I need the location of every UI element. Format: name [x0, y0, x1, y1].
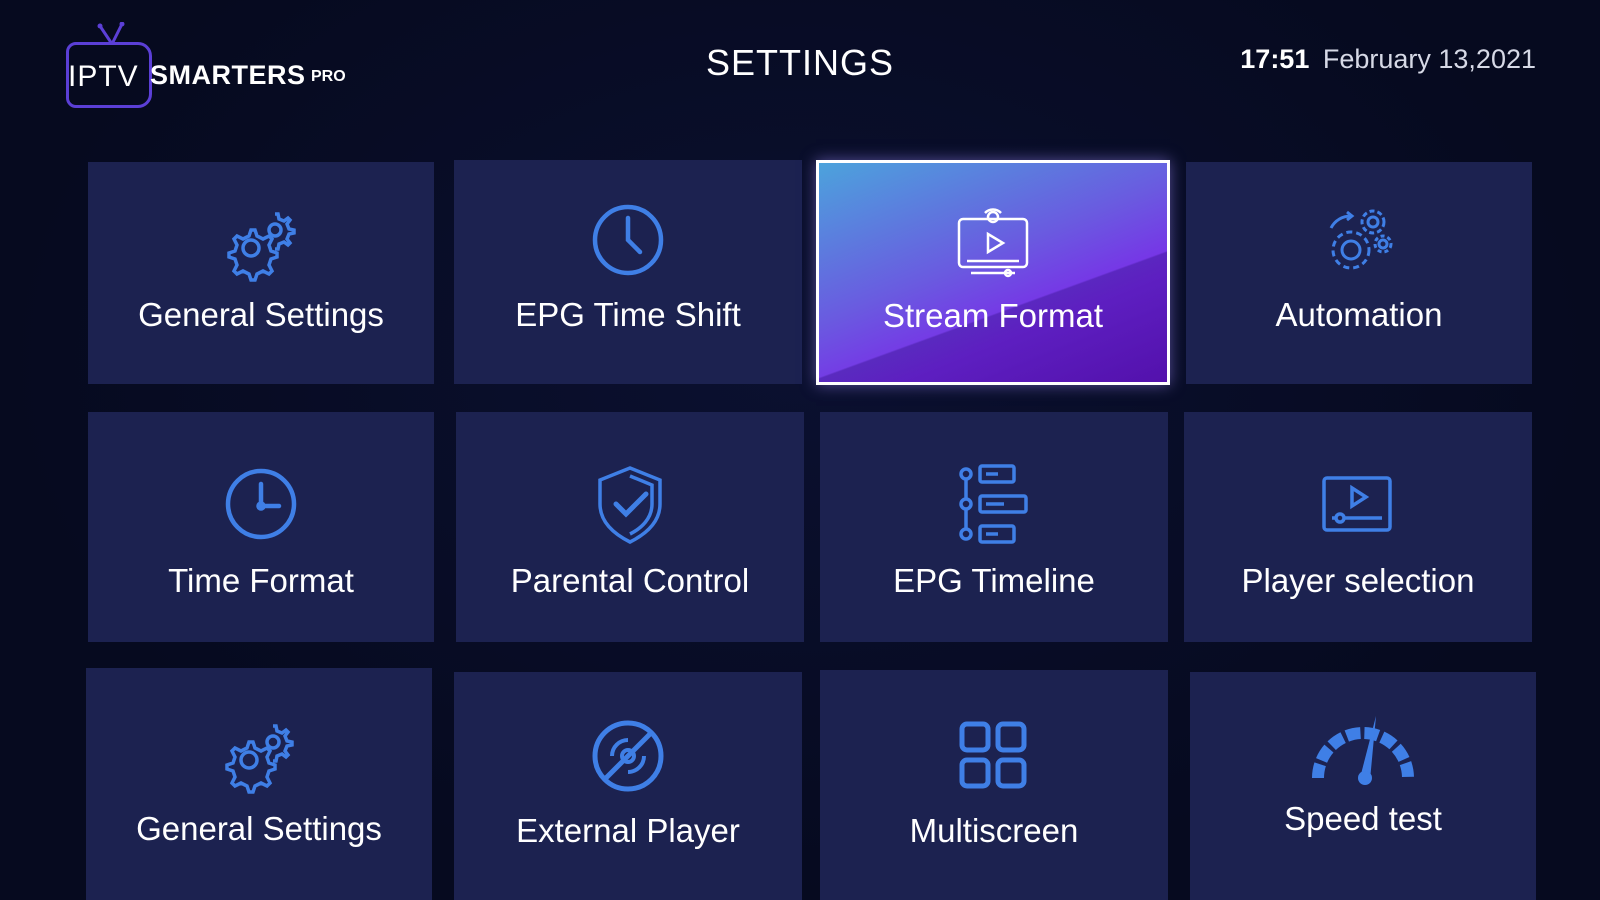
- clock-date: February 13,2021: [1322, 44, 1536, 74]
- timeline-icon: [820, 464, 1168, 544]
- shield-check-icon: [456, 464, 804, 544]
- tile-general-settings[interactable]: General Settings: [88, 162, 434, 384]
- tile-epg-timeline[interactable]: EPG Timeline: [820, 412, 1168, 642]
- monitor-play-icon: [819, 203, 1167, 283]
- tile-multiscreen[interactable]: Multiscreen: [820, 670, 1168, 900]
- tile-label: Stream Format: [882, 297, 1104, 334]
- disc-slash-icon: [454, 716, 802, 796]
- tile-label: Automation: [1275, 296, 1443, 333]
- gears-icon: [88, 202, 434, 282]
- tile-parental-control[interactable]: Parental Control: [456, 412, 804, 642]
- tile-label: General Settings: [138, 296, 384, 333]
- tile-label: External Player: [516, 812, 740, 849]
- tile-label: Parental Control: [510, 562, 750, 599]
- grid-icon: [820, 716, 1168, 796]
- tile-player-selection[interactable]: Player selection: [1184, 412, 1532, 642]
- tile-general-settings-2[interactable]: General Settings: [86, 668, 432, 900]
- tile-external-player[interactable]: External Player: [454, 672, 802, 900]
- date-time: 17:51 February 13,2021: [1240, 44, 1536, 75]
- tile-label: General Settings: [136, 810, 382, 847]
- clock-time: 17:51: [1240, 44, 1310, 74]
- tile-label: Multiscreen: [909, 812, 1079, 849]
- tile-speed-test[interactable]: Speed test: [1190, 672, 1536, 900]
- clock-icon: [88, 464, 434, 544]
- speedometer-icon: [1190, 708, 1536, 788]
- tile-label: EPG Timeline: [893, 562, 1095, 599]
- tile-label: Player selection: [1241, 562, 1475, 599]
- tile-time-format[interactable]: Time Format: [88, 412, 434, 642]
- tile-automation[interactable]: Automation: [1186, 162, 1532, 384]
- tile-epg-time-shift[interactable]: EPG Time Shift: [454, 160, 802, 384]
- tile-label: Time Format: [168, 562, 354, 599]
- tile-stream-format[interactable]: Stream Format: [816, 160, 1170, 385]
- player-icon: [1184, 464, 1532, 544]
- automation-gears-icon: [1186, 202, 1532, 282]
- gears-icon: [86, 714, 432, 794]
- tile-label: EPG Time Shift: [515, 296, 741, 333]
- clock-icon: [454, 200, 802, 280]
- settings-screen: IPTV SMARTERS PRO SETTINGS 17:51 Februar…: [0, 0, 1600, 900]
- tile-label: Speed test: [1284, 800, 1442, 837]
